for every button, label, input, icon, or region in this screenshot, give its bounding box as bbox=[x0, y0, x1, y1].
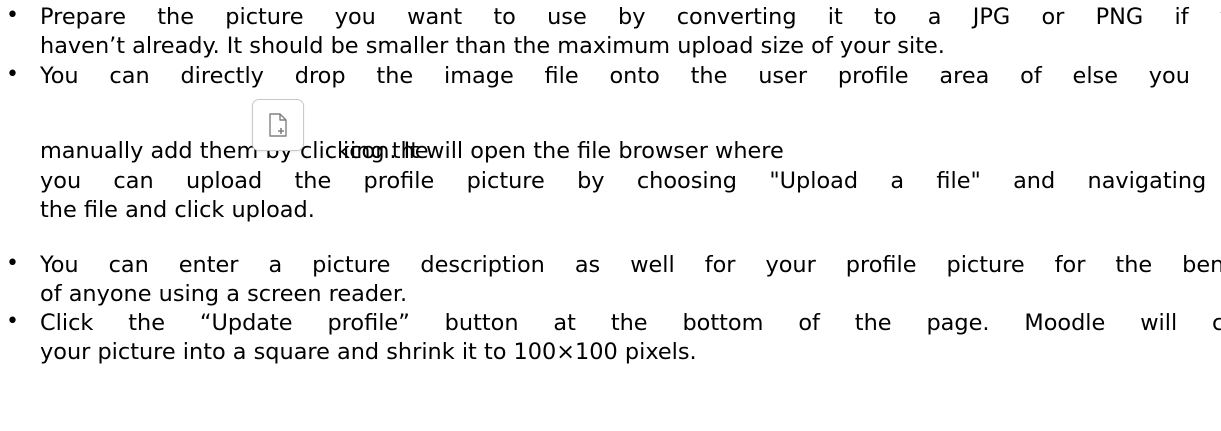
icon-line: manually add them by clicking the icon. … bbox=[40, 91, 1221, 167]
list-item-text: You can directly drop the image file ont… bbox=[40, 63, 1221, 89]
list-item-text: haven’t already. It should be smaller th… bbox=[40, 33, 945, 59]
list-item: You can directly drop the image file ont… bbox=[0, 62, 1221, 225]
list-item-text: You can enter a picture description as w… bbox=[40, 252, 1221, 278]
list-item-text: Click the “Update profile” button at the… bbox=[40, 310, 1221, 336]
add-file-icon bbox=[269, 113, 287, 137]
list-item: You can enter a picture description as w… bbox=[0, 251, 1221, 309]
list-item-text: your picture into a square and shrink it… bbox=[40, 339, 697, 365]
list-item-text: you can upload the profile picture by ch… bbox=[40, 168, 1221, 194]
list-item-text: icon. It will open the file browser wher… bbox=[343, 138, 784, 164]
add-file-button[interactable] bbox=[252, 99, 304, 151]
list-item-text: Prepare the picture you want to use by c… bbox=[40, 4, 1221, 30]
list-item: Prepare the picture you want to use by c… bbox=[0, 3, 1221, 61]
list-item-text: of anyone using a screen reader. bbox=[40, 281, 408, 307]
list-item: Click the “Update profile” button at the… bbox=[0, 309, 1221, 367]
list-item-text: the file and click upload. bbox=[40, 197, 315, 223]
